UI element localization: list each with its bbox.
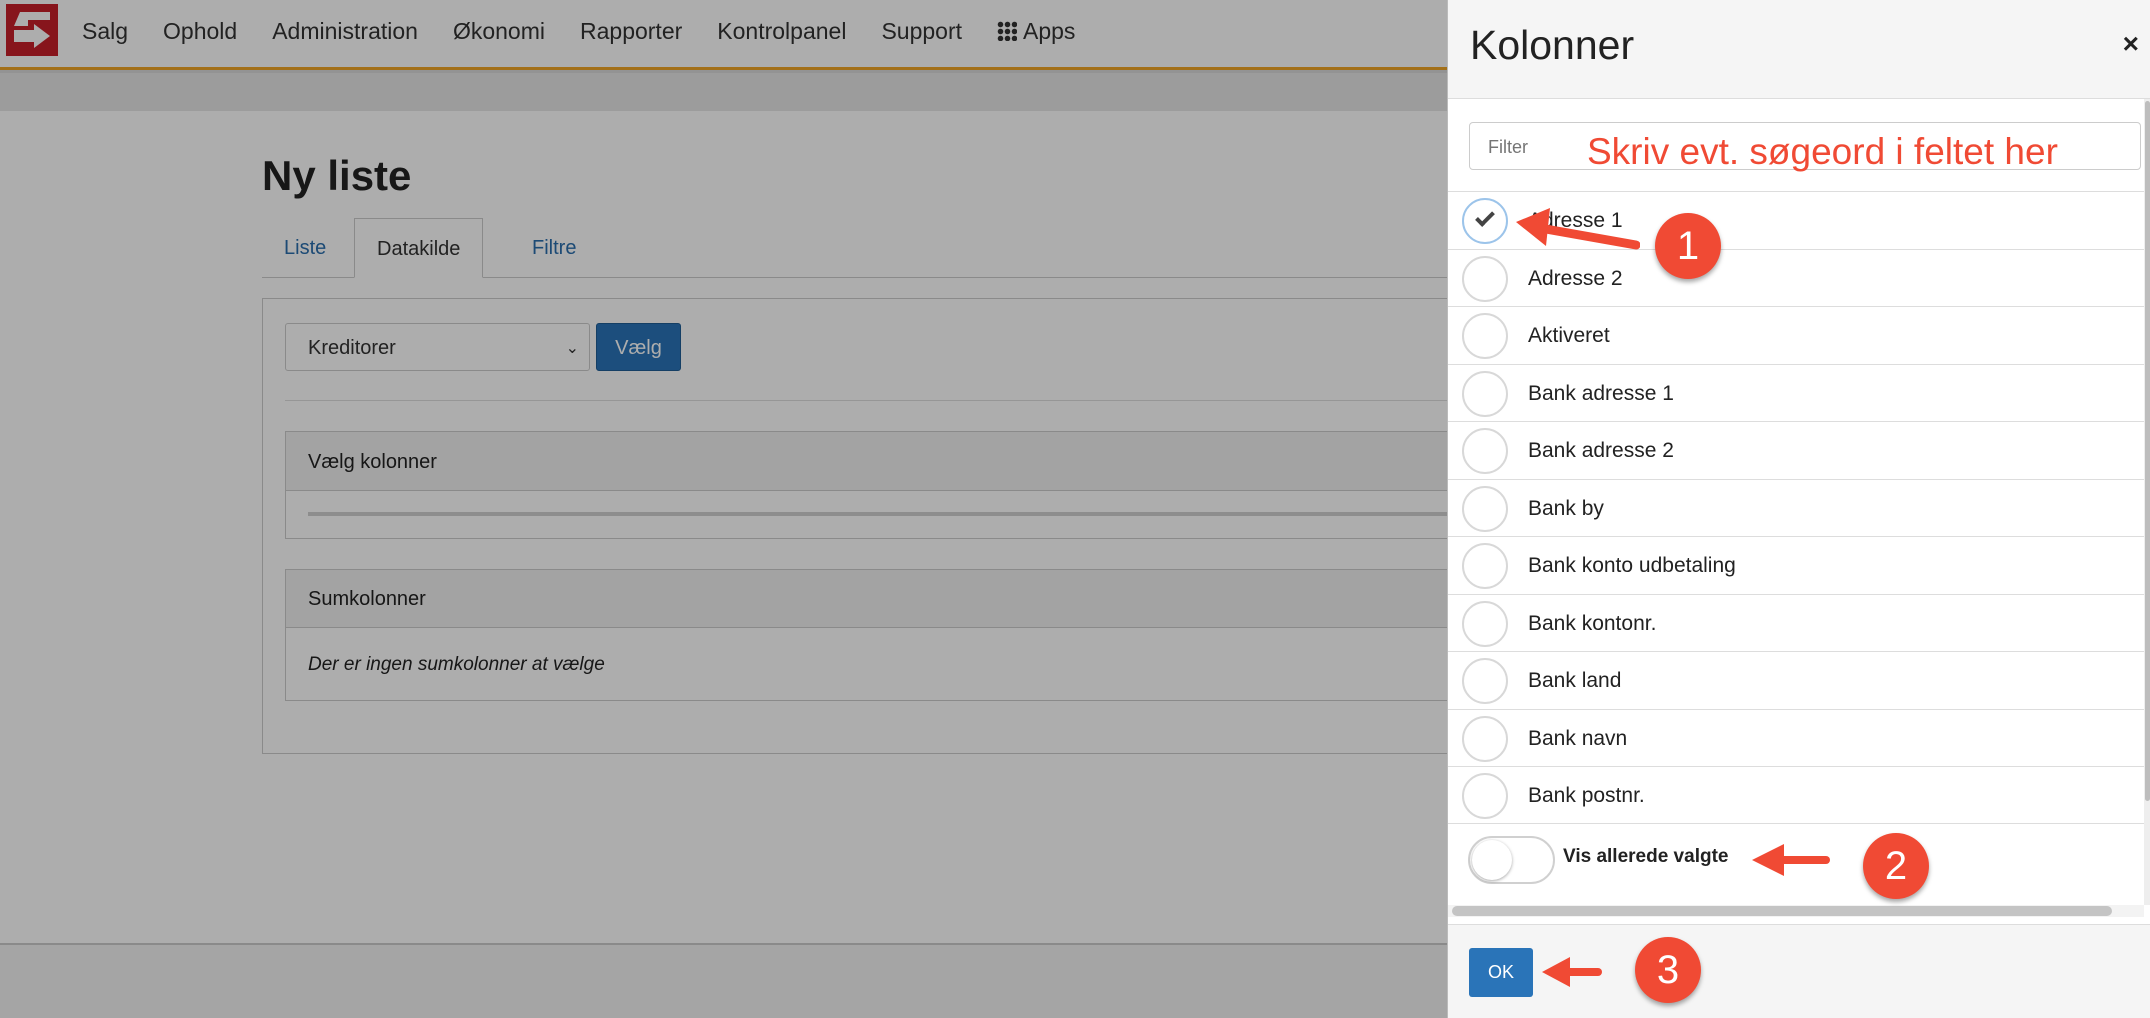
list-item[interactable]: Bank kontonr. [1448, 593, 2144, 652]
list-item-label: Adresse 2 [1528, 266, 1623, 290]
list-item[interactable]: Bank navn [1448, 708, 2144, 767]
annotation-arrow-1 [1516, 208, 1640, 250]
checkbox-checked[interactable] [1462, 198, 1508, 244]
filter-annotation: Skriv evt. søgeord i feltet her [1587, 131, 2058, 172]
list-item[interactable]: Bank adresse 2 [1448, 421, 2144, 479]
list-item[interactable]: Bank by [1448, 478, 2144, 537]
vertical-scrollbar[interactable] [2144, 99, 2150, 905]
filter-input[interactable] [1470, 123, 1570, 172]
annotation-arrow-2 [1752, 844, 1830, 876]
list-item-label: Aktiveret [1528, 324, 1610, 347]
scrollbar-thumb[interactable] [2145, 101, 2150, 801]
list-item[interactable]: Aktiveret [1448, 306, 2144, 364]
side-panel-header: Kolonner × [1448, 0, 2150, 99]
check-icon [1475, 207, 1495, 227]
checkbox[interactable] [1462, 313, 1508, 359]
list-item-label: Bank by [1528, 496, 1604, 520]
modal-backdrop[interactable] [0, 0, 1447, 1018]
checkbox[interactable] [1462, 255, 1508, 302]
side-panel-title: Kolonner [1470, 22, 1635, 68]
list-item-label: Bank land [1528, 669, 1622, 692]
close-icon[interactable]: × [2123, 28, 2139, 60]
annotation-step-2: 2 [1863, 833, 1929, 899]
checkbox[interactable] [1462, 658, 1508, 704]
list-item[interactable]: Bank postnr. [1448, 766, 2144, 824]
list-item[interactable]: Bank konto udbetaling [1448, 536, 2144, 594]
show-selected-toggle[interactable] [1468, 836, 1555, 884]
ok-button[interactable]: OK [1469, 948, 1533, 997]
show-selected-label: Vis allerede valgte [1563, 846, 1729, 867]
horizontal-scrollbar[interactable] [1448, 905, 2144, 917]
checkbox[interactable] [1462, 773, 1508, 819]
checkbox[interactable] [1462, 600, 1508, 647]
list-item-label: Bank adresse 2 [1528, 439, 1674, 462]
scrollbar-thumb[interactable] [1452, 906, 2112, 916]
filter-field[interactable]: Skriv evt. søgeord i feltet her [1469, 122, 2141, 172]
list-item-label: Bank postnr. [1528, 784, 1645, 807]
column-list: Adresse 1 Adresse 2 Aktiveret Bank adres… [1448, 191, 2144, 824]
annotation-step-3: 3 [1635, 937, 1701, 1003]
list-item-label: Bank konto udbetaling [1528, 554, 1736, 577]
checkbox[interactable] [1462, 485, 1508, 532]
annotation-step-1: 1 [1655, 213, 1721, 279]
annotation-arrow-3 [1542, 957, 1602, 987]
checkbox[interactable] [1462, 543, 1508, 589]
list-item[interactable]: Bank adresse 1 [1448, 363, 2144, 422]
checkbox[interactable] [1462, 428, 1508, 474]
checkbox[interactable] [1462, 715, 1508, 762]
list-item-label: Bank kontonr. [1528, 611, 1657, 635]
list-item-label: Bank adresse 1 [1528, 381, 1674, 405]
list-item-label: Bank navn [1528, 726, 1628, 750]
list-item[interactable]: Bank land [1448, 651, 2144, 709]
toggle-knob [1472, 840, 1512, 880]
checkbox[interactable] [1462, 370, 1508, 417]
